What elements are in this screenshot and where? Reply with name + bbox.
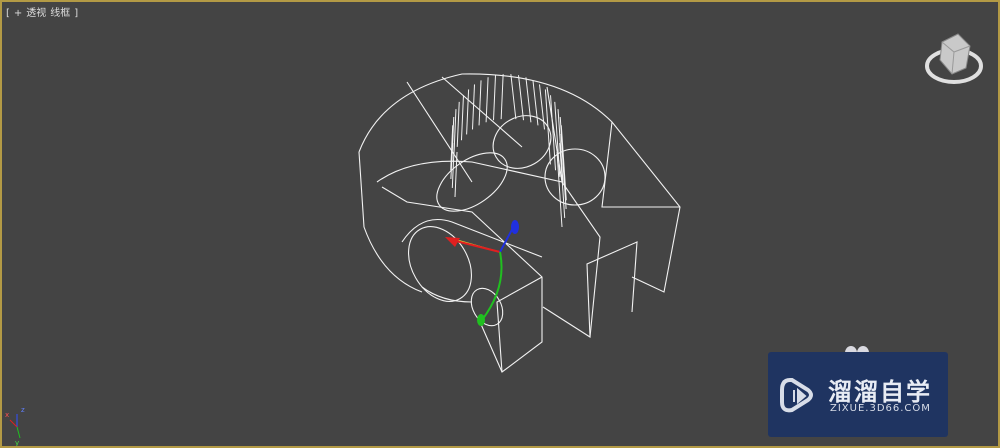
shell-segment-line xyxy=(478,80,482,126)
gizmo-z-arrow[interactable] xyxy=(511,220,519,234)
shell-segment-line xyxy=(472,84,475,130)
watermark-title: 溜溜自学 xyxy=(828,378,932,406)
shell-segment-line xyxy=(456,101,460,147)
gizmo-y-axis[interactable] xyxy=(481,251,503,321)
svg-text:z: z xyxy=(21,406,25,414)
shell-segment-line xyxy=(460,95,464,141)
viewcube-cube[interactable] xyxy=(939,33,971,75)
shell-segment-line xyxy=(532,80,539,126)
leg-boxes xyxy=(496,241,638,373)
transform-gizmo[interactable] xyxy=(445,220,519,326)
gizmo-x-axis[interactable] xyxy=(451,239,501,253)
world-axis-tripod: z x y xyxy=(5,406,25,447)
viewcube[interactable] xyxy=(924,28,984,88)
front-leg xyxy=(381,186,543,373)
viewport-perspective[interactable]: [+ 透视 线框] z x y 溜溜自学 ZIXUE.3D66.COM xyxy=(0,0,1000,448)
shell-segment-line xyxy=(466,89,470,135)
svg-text:x: x xyxy=(5,411,9,419)
gizmo-y-arrow[interactable] xyxy=(477,314,485,326)
shell-segment-line xyxy=(517,75,524,121)
outer-shell-top xyxy=(358,73,681,293)
watermark-logo: 溜溜自学 ZIXUE.3D66.COM xyxy=(768,352,948,437)
svg-text:y: y xyxy=(15,439,19,447)
play-logo-icon xyxy=(780,378,813,413)
shell-segment-line xyxy=(510,74,517,120)
shell-segment-line xyxy=(493,75,497,121)
watermark-url: ZIXUE.3D66.COM xyxy=(830,403,931,414)
shell-segment-line xyxy=(500,74,504,120)
shell-segment-line xyxy=(539,84,545,130)
gizmo-x-arrow[interactable] xyxy=(445,237,460,247)
cylinder-front xyxy=(401,218,543,303)
